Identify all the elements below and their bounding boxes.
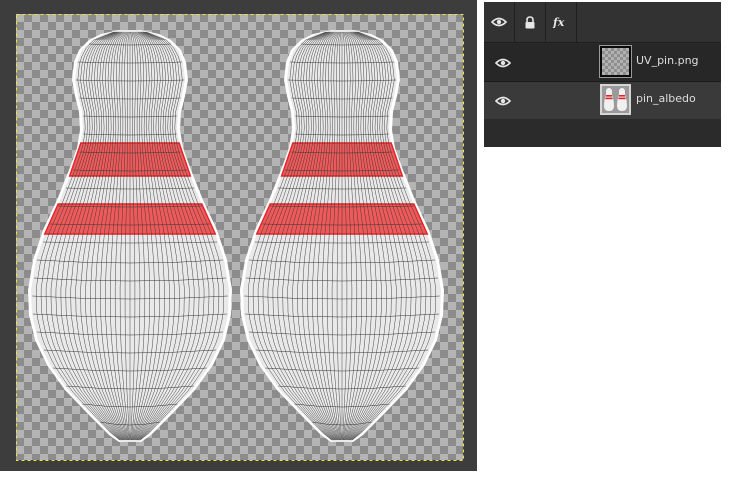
visibility-column-icon[interactable]: [484, 2, 515, 42]
layer-name[interactable]: UV_pin.png: [636, 54, 699, 67]
canvas-image[interactable]: [0, 0, 477, 471]
layer-visibility-eye-icon[interactable]: [494, 55, 512, 71]
canvas-area[interactable]: [0, 0, 477, 471]
layers-panel-header: ƒx: [484, 2, 721, 43]
layers-panel: ƒx UV_pin.png pin_albedo: [484, 2, 721, 147]
fx-icon[interactable]: ƒx: [546, 2, 577, 42]
lock-icon[interactable]: [515, 2, 546, 42]
layer-visibility-eye-icon[interactable]: [494, 93, 512, 109]
layer-thumbnail[interactable]: [600, 46, 631, 77]
layer-thumbnail[interactable]: [600, 84, 631, 115]
svg-text:ƒx: ƒx: [552, 16, 565, 28]
layer-row-uv-pin[interactable]: UV_pin.png: [484, 44, 721, 82]
layer-row-pin-albedo[interactable]: pin_albedo: [484, 82, 721, 119]
layer-name[interactable]: pin_albedo: [636, 92, 696, 105]
